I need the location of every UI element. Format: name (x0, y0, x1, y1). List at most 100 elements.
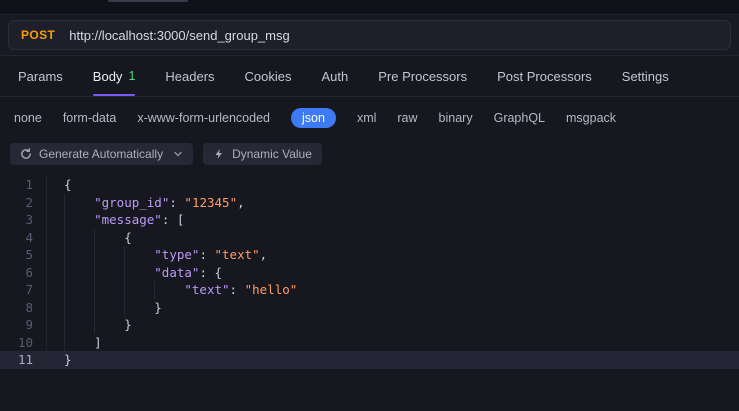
indent-guide (124, 263, 154, 281)
line-number: 1 (25, 177, 33, 192)
json-body-editor[interactable]: 1{2 "group_id": "12345", 3 "message": [4{5 "… (0, 173, 739, 369)
request-url[interactable]: http://localhost:3000/send_group_msg (69, 28, 289, 43)
code-line[interactable]: 10] (0, 333, 739, 351)
indent-guide (154, 281, 184, 299)
token-punct: , (259, 247, 268, 262)
tab-pre-processors[interactable]: Pre Processors (378, 56, 467, 96)
line-number: 11 (17, 352, 33, 367)
tab-label: Auth (321, 68, 349, 84)
tab-params[interactable]: Params (18, 56, 63, 96)
line-content: { (46, 228, 739, 246)
line-number: 5 (25, 247, 33, 262)
tab-label: Post Processors (497, 68, 592, 84)
dynamic-value-icon (215, 149, 222, 159)
tab-label: Settings (621, 68, 669, 84)
indent-guide (64, 246, 94, 264)
token-punct: , (237, 194, 245, 210)
line-content: "message": [ (46, 211, 739, 229)
dynamic-value-button[interactable]: Dynamic Value (203, 143, 322, 165)
token-punct: } (64, 352, 72, 367)
line-content: } (46, 351, 739, 369)
indent-guide (124, 281, 154, 299)
code-line[interactable]: 11} (0, 351, 739, 369)
indent-guide (64, 211, 94, 229)
indent-guide (94, 246, 124, 264)
method-selector[interactable]: POST (21, 28, 55, 42)
tab-headers[interactable]: Headers (165, 56, 214, 96)
line-number: 7 (25, 282, 33, 297)
body-type-binary[interactable]: binary (439, 111, 473, 125)
line-content: } (46, 316, 739, 334)
line-content: { (46, 176, 739, 194)
body-type-form-data[interactable]: form-data (63, 111, 117, 125)
line-content: ] (46, 333, 739, 351)
token-string: "text" (214, 247, 260, 262)
token-key: "message" (94, 212, 162, 227)
code-line[interactable]: 7 "text": "hello" (0, 281, 739, 299)
code-line[interactable]: 5 "type": "text", (0, 246, 739, 264)
code-line[interactable]: 3 "message": [ (0, 211, 739, 229)
code-line[interactable]: 2 "group_id": "12345", (0, 193, 739, 211)
token-key: "text" (184, 282, 230, 297)
body-type-none[interactable]: none (14, 111, 42, 125)
tab-label: Params (18, 68, 63, 84)
token-key: "type" (154, 247, 200, 262)
body-type-json[interactable]: json (291, 107, 336, 128)
tab-badge: 1 (128, 69, 136, 83)
chevron-down-icon[interactable] (173, 149, 183, 159)
line-number: 3 (25, 212, 33, 227)
tab-auth[interactable]: Auth (322, 56, 349, 96)
indent-guide (64, 228, 94, 246)
code-line[interactable]: 1{ (0, 176, 739, 194)
indent-guide (94, 281, 124, 299)
line-number: 2 (25, 194, 33, 210)
code-line[interactable]: 6 "data": { (0, 263, 739, 281)
indent-guide (94, 316, 124, 334)
token-punct: : (199, 247, 215, 262)
code-line[interactable]: 9} (0, 316, 739, 334)
body-toolbar: Generate Automatically Dynamic Value (0, 138, 739, 173)
api-client-window: POST http://localhost:3000/send_group_ms… (0, 0, 739, 411)
body-type-graphql[interactable]: GraphQL (494, 111, 545, 125)
line-number: 4 (25, 229, 33, 245)
indent-guide (64, 316, 94, 334)
tab-settings[interactable]: Settings (622, 56, 669, 96)
token-punct: } (124, 317, 132, 332)
body-type-raw[interactable]: raw (397, 111, 417, 125)
token-key: "group_id" (94, 194, 170, 210)
generate-automatically-button[interactable]: Generate Automatically (10, 143, 194, 165)
line-number: 6 (25, 264, 33, 280)
tab-post-processors[interactable]: Post Processors (497, 56, 592, 96)
indent-guide (64, 281, 94, 299)
refresh-icon (21, 148, 31, 159)
generate-automatically-label: Generate Automatically (39, 147, 164, 161)
line-content: "text": "hello" (46, 281, 739, 299)
code-line[interactable]: 4{ (0, 228, 739, 246)
tab-label: Pre Processors (378, 68, 468, 84)
tab-label: Headers (165, 68, 215, 84)
token-punct: : { (199, 264, 223, 280)
tab-label: Cookies (244, 68, 292, 84)
dynamic-value-label: Dynamic Value (232, 147, 312, 161)
token-string: "hello" (244, 282, 298, 297)
code-line[interactable]: 8} (0, 298, 739, 316)
tab-body[interactable]: Body 1 (92, 56, 136, 96)
url-input[interactable]: POST http://localhost:3000/send_group_ms… (8, 20, 731, 50)
body-type-x-www-form-urlencoded[interactable]: x-www-form-urlencoded (137, 111, 270, 125)
token-punct: } (154, 299, 162, 315)
body-type-msgpack[interactable]: msgpack (566, 111, 616, 125)
indent-guide (94, 228, 124, 246)
top-tab-edge (108, 0, 188, 2)
indent-guide (64, 333, 94, 351)
token-punct: { (124, 229, 132, 245)
top-strip (0, 0, 739, 15)
body-type-xml[interactable]: xml (357, 111, 376, 125)
token-punct: : [ (161, 212, 185, 227)
line-number: 10 (17, 334, 33, 350)
indent-guide (64, 193, 94, 211)
indent-guide (64, 263, 94, 281)
line-number: 8 (25, 299, 33, 315)
indent-guide (64, 298, 94, 316)
tab-label: Body (92, 68, 123, 84)
tab-cookies[interactable]: Cookies (245, 56, 292, 96)
